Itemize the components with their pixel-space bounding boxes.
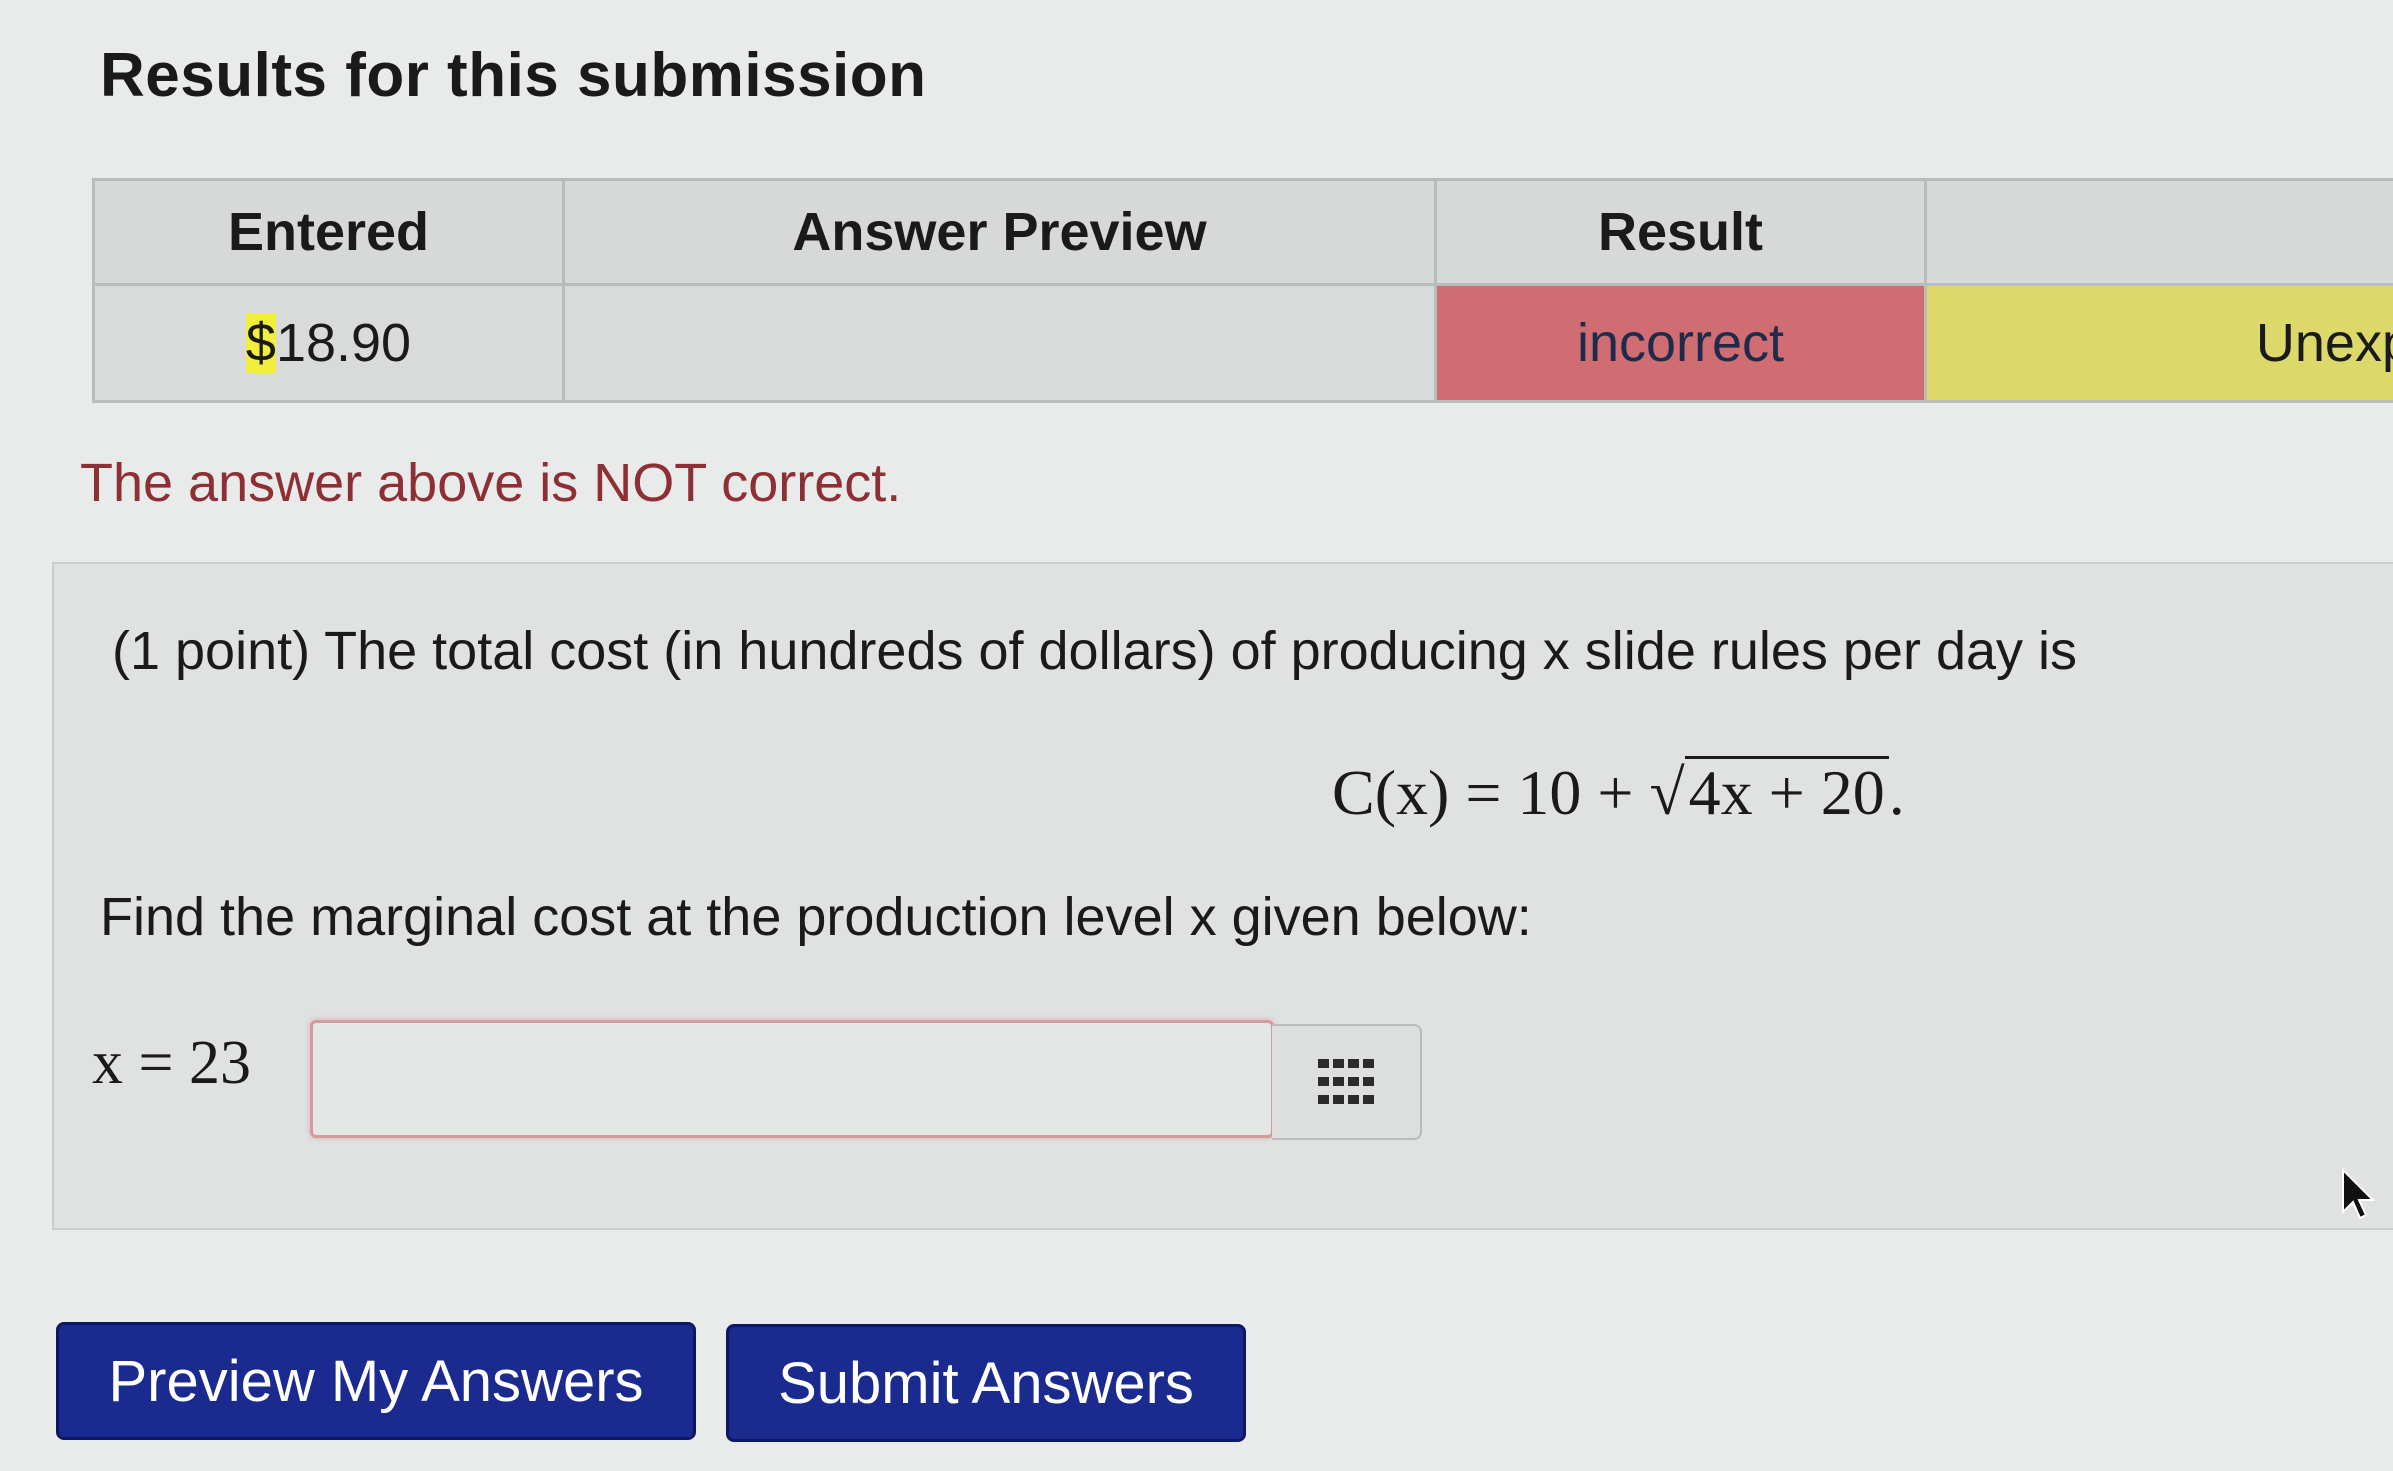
input-label: x = 23 — [92, 1029, 251, 1097]
status-message: The answer above is NOT correct. — [80, 453, 902, 513]
entered-cell: $18.90 — [92, 283, 565, 403]
entered-value: 18.90 — [275, 313, 412, 373]
entered-symbol-highlight: $ — [245, 313, 276, 373]
square-root-sign: √ — [1649, 757, 1685, 828]
answer-preview-cell — [562, 283, 1437, 403]
header-message — [1924, 178, 2393, 286]
preview-answers-button[interactable]: Preview My Answers — [56, 1322, 696, 1440]
grid-icon — [1318, 1059, 1374, 1104]
formula-end: . — [1888, 757, 1905, 828]
answer-input[interactable] — [310, 1020, 1274, 1138]
table-row: $18.90 incorrect Unexp — [92, 283, 2393, 403]
header-entered: Entered — [92, 178, 565, 286]
problem-statement: (1 point) The total cost (in hundreds of… — [112, 621, 2078, 681]
message-cell: Unexp — [1924, 283, 2393, 403]
header-answer-preview: Answer Preview — [562, 178, 1437, 286]
header-result: Result — [1434, 178, 1927, 286]
formula-lhs: C(x) = 10 + — [1332, 757, 1650, 828]
problem-instruction: Find the marginal cost at the production… — [100, 887, 1532, 947]
page: Results for this submission Entered Answ… — [0, 0, 2393, 1471]
mouse-cursor-icon — [2342, 1168, 2376, 1220]
results-table: Entered Answer Preview Result $18.90 inc… — [92, 178, 2393, 403]
results-header-row: Entered Answer Preview Result — [92, 178, 2393, 286]
page-title: Results for this submission — [100, 41, 927, 110]
result-cell: incorrect — [1434, 283, 1927, 403]
message-text: Unexp — [2255, 313, 2393, 373]
cost-formula: C(x) = 10 + √4x + 20. — [1332, 756, 1905, 830]
submit-answers-button[interactable]: Submit Answers — [726, 1324, 1246, 1442]
problem-box: (1 point) The total cost (in hundreds of… — [52, 562, 2393, 1230]
formula-radicand: 4x + 20 — [1684, 756, 1889, 826]
equation-palette-button[interactable] — [1272, 1024, 1422, 1140]
